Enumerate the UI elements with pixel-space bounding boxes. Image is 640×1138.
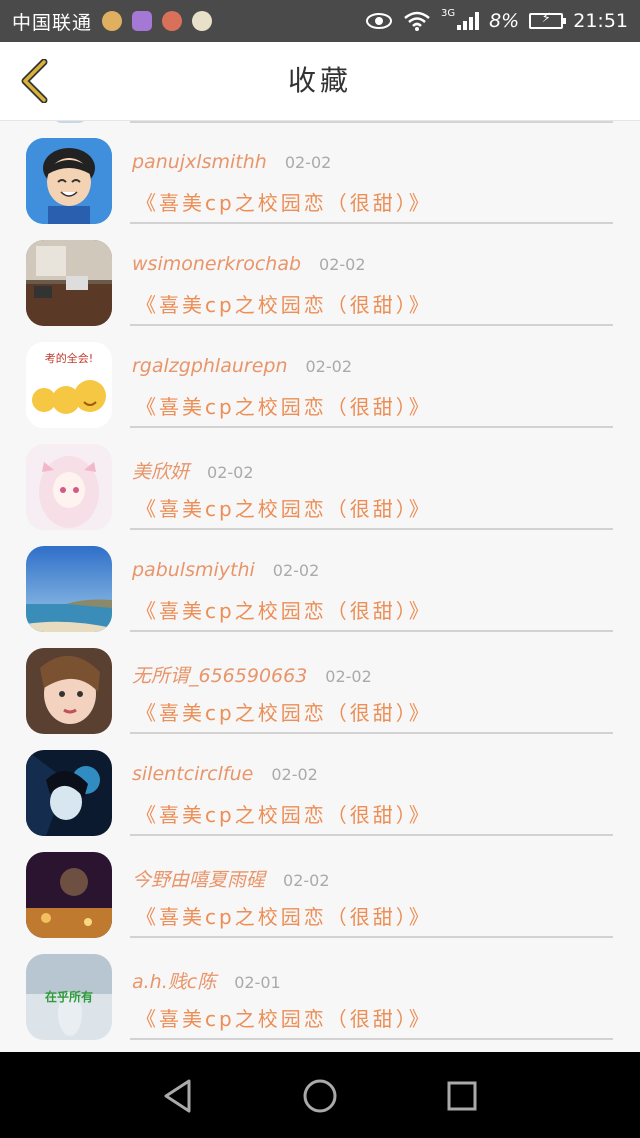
date: 02-02 xyxy=(207,463,254,482)
list-item[interactable]: silentcirclfue 02-02 《喜美cp之校园恋（很甜）》 xyxy=(0,733,640,836)
page-title: 收藏 xyxy=(287,64,352,97)
username[interactable]: pabulsmiythi xyxy=(132,559,255,581)
favorites-list[interactable]: panujxlsmithh 02-02 《喜美cp之校园恋（很甜）》 wsimon… xyxy=(0,121,640,1052)
signal-icon xyxy=(457,12,480,30)
carrier-label: 中国联通 xyxy=(12,11,93,34)
game-app-icon xyxy=(162,11,183,31)
avatar-caption: 考的全会! xyxy=(44,352,94,365)
nav-home-button[interactable] xyxy=(298,1074,342,1118)
list-item[interactable]: 考的全会! rgalzgphlaurepn 02-02 《喜美cp之校园恋（很甜）… xyxy=(0,325,640,428)
header: 收藏 xyxy=(0,42,640,121)
book-title[interactable]: 《喜美cp之校园恋（很甜）》 xyxy=(136,187,432,216)
username[interactable]: panujxlsmithh xyxy=(132,151,267,173)
dark-anime-avatar[interactable] xyxy=(26,750,112,836)
date: 02-01 xyxy=(234,973,281,992)
date: 02-02 xyxy=(305,357,353,376)
book-title[interactable]: 《喜美cp之校园恋（很甜）》 xyxy=(136,697,432,726)
date: 02-02 xyxy=(271,765,318,784)
username[interactable]: wsimonerkrochab xyxy=(132,253,301,275)
avatar-caption: 在乎所有 xyxy=(44,990,93,1004)
clock: 21:51 xyxy=(573,10,628,32)
username[interactable]: 今野由嘻夏雨䃏 xyxy=(132,869,265,891)
eye-icon xyxy=(365,13,392,29)
navigation-bar xyxy=(0,1052,640,1138)
emoji-avatar[interactable]: 考的全会! xyxy=(26,342,112,428)
list-item[interactable]: wsimonerkrochab 02-02 《喜美cp之校园恋（很甜）》 xyxy=(0,223,640,326)
anime-girl-avatar[interactable] xyxy=(26,444,112,530)
back-triangle-icon xyxy=(164,1079,191,1113)
list-item[interactable]: panujxlsmithh 02-02 《喜美cp之校园恋（很甜）》 xyxy=(0,121,640,224)
date: 02-02 xyxy=(272,561,320,580)
list-item[interactable]: 今野由嘻夏雨䃏 02-02 《喜美cp之校园恋（很甜）》 xyxy=(0,835,640,938)
list-item[interactable]: 在乎所有 a.h.贱c陈 02-01 《喜美cp之校园恋（很甜）》 xyxy=(0,937,640,1040)
list-item[interactable]: pabulsmiythi 02-02 《喜美cp之校园恋（很甜）》 xyxy=(0,529,640,632)
cartoon-boy-avatar[interactable] xyxy=(26,138,112,224)
username[interactable]: rgalzgphlaurepn xyxy=(132,355,288,377)
photo-app-icon xyxy=(132,11,153,31)
book-title[interactable]: 《喜美cp之校园恋（很甜）》 xyxy=(136,595,432,624)
username[interactable]: 美欣妍 xyxy=(132,461,189,483)
nav-recents-button[interactable] xyxy=(440,1074,484,1118)
date: 02-02 xyxy=(325,667,372,686)
divider xyxy=(130,1038,613,1040)
book-title[interactable]: 《喜美cp之校园恋（很甜）》 xyxy=(136,1003,432,1032)
book-title[interactable]: 《喜美cp之校园恋（很甜）》 xyxy=(136,493,432,522)
chat-app-icon xyxy=(102,11,123,31)
girl-photo-avatar[interactable] xyxy=(26,648,112,734)
username[interactable]: 无所谓_656590663 xyxy=(132,665,307,687)
status-bar: 中国联通 3G 8% ⚡ 21:51 xyxy=(0,0,640,42)
messenger-app-icon xyxy=(192,11,213,31)
recents-square-icon xyxy=(447,1081,477,1111)
battery-icon: ⚡ xyxy=(529,11,567,29)
list-item[interactable]: 美欣妍 02-02 《喜美cp之校园恋（很甜）》 xyxy=(0,427,640,530)
list-item[interactable]: 无所谓_656590663 02-02 《喜美cp之校园恋（很甜）》 xyxy=(0,631,640,734)
desk-photo-avatar[interactable] xyxy=(26,240,112,326)
beach-avatar[interactable] xyxy=(26,546,112,632)
network-type: 3G xyxy=(440,7,456,19)
figure-avatar[interactable]: 在乎所有 xyxy=(26,954,112,1040)
wifi-icon xyxy=(404,11,430,31)
book-title[interactable]: 《喜美cp之校园恋（很甜）》 xyxy=(136,391,432,420)
book-title[interactable]: 《喜美cp之校园恋（很甜）》 xyxy=(136,901,432,930)
date: 02-02 xyxy=(319,255,366,274)
username[interactable]: a.h.贱c陈 xyxy=(132,971,216,993)
username[interactable]: silentcirclfue xyxy=(132,763,253,785)
nav-back-button[interactable] xyxy=(156,1074,200,1118)
bokeh-avatar[interactable] xyxy=(26,852,112,938)
date: 02-02 xyxy=(284,153,332,172)
book-title[interactable]: 《喜美cp之校园恋（很甜）》 xyxy=(136,799,432,828)
book-title[interactable]: 《喜美cp之校园恋（很甜）》 xyxy=(136,289,432,318)
battery-percent: 8% xyxy=(489,10,520,32)
home-circle-icon xyxy=(303,1079,337,1113)
date: 02-02 xyxy=(283,871,330,890)
